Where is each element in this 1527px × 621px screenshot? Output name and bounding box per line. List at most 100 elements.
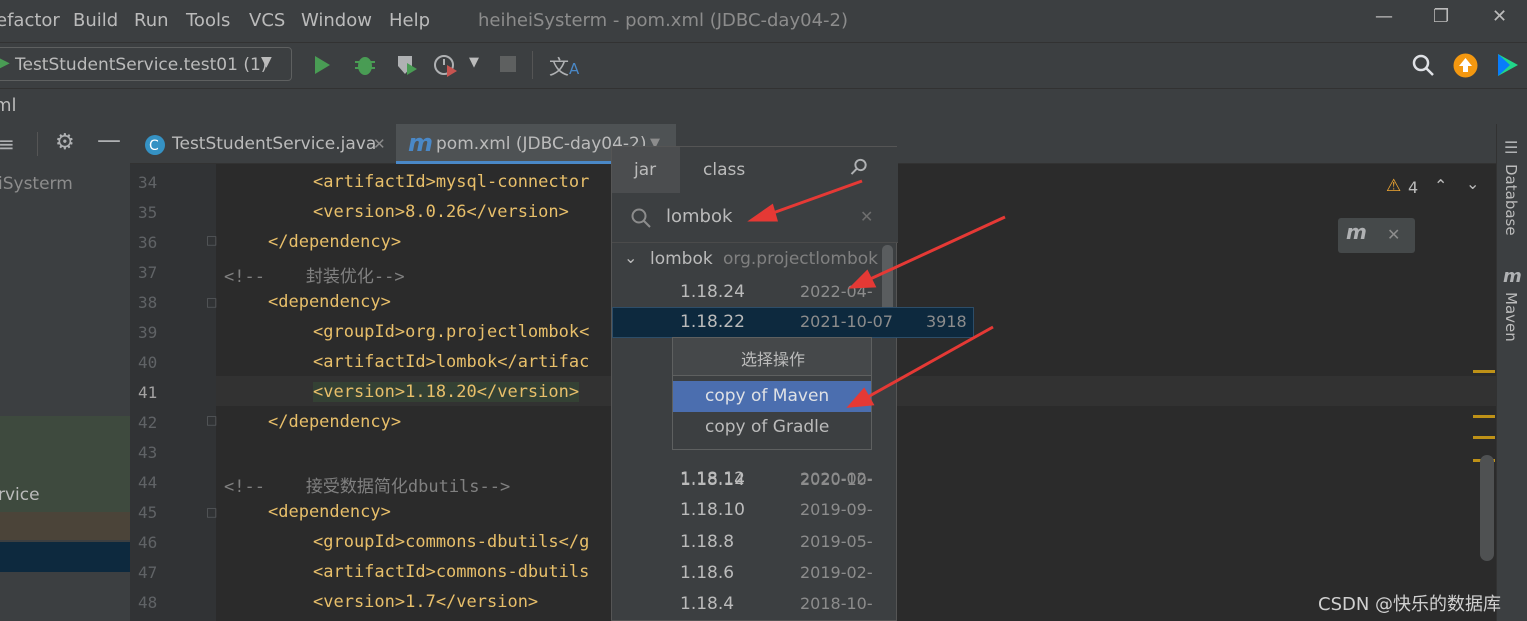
hide-icon[interactable]: — [97, 126, 121, 154]
tree-item-selected[interactable] [0, 542, 130, 572]
breadcrumb-file[interactable]: ml [0, 95, 17, 116]
run-icon[interactable] [312, 54, 332, 76]
project-panel-header: ≡ ⚙ — [0, 124, 130, 164]
version-number: 1.18.12 [680, 469, 745, 489]
context-menu-title: 选择操作 [741, 350, 806, 369]
menu-vcs[interactable]: VCS [249, 10, 285, 31]
right-tool-strip: ☰ Database m Maven [1496, 124, 1527, 621]
menu-window[interactable]: Window [301, 10, 372, 31]
coverage-icon[interactable] [395, 53, 419, 77]
error-stripe-mark[interactable] [1473, 436, 1495, 439]
maximize-icon[interactable]: ❐ [1433, 6, 1449, 27]
test-icon: ▶ [0, 55, 10, 71]
tab-class[interactable]: class [703, 160, 745, 180]
close-icon[interactable]: ✕ [1492, 6, 1507, 27]
maven-tool-tab[interactable]: Maven [1502, 292, 1520, 342]
clear-search-icon[interactable]: ✕ [860, 207, 873, 226]
line-number: 43 [138, 443, 158, 462]
fold-icon[interactable]: □ [206, 233, 217, 247]
version-date: 2018-10- [800, 594, 873, 613]
fold-icon[interactable]: □ [206, 295, 217, 309]
menu-refactor[interactable]: efactor [0, 10, 60, 31]
gear-icon[interactable]: ⚙ [55, 130, 75, 155]
version-row[interactable]: 1.18.4 2018-10- [612, 589, 898, 620]
version-date: 2019-09- [800, 500, 873, 519]
fold-icon[interactable]: □ [206, 505, 217, 519]
fold-icon[interactable]: □ [206, 413, 217, 427]
tree-item-row[interactable] [0, 512, 130, 540]
tab-test-student-service[interactable]: C TestStudentService.java ✕ [136, 124, 396, 164]
pin-icon[interactable]: ⚲ [844, 153, 873, 182]
maven-reload-icon[interactable]: m [1346, 220, 1367, 244]
collapse-all-icon[interactable]: ≡ [0, 132, 15, 156]
code-line: <artifactId>mysql-connector [313, 172, 590, 192]
maven-reload-popup: m ✕ [1338, 218, 1415, 253]
version-row[interactable]: 1.18.6 2019-02- [612, 558, 898, 589]
database-tool-tab[interactable]: Database [1502, 164, 1520, 236]
close-icon[interactable]: ✕ [1387, 225, 1400, 244]
breadcrumb: ml [0, 88, 1527, 124]
search-icon [631, 208, 651, 228]
context-menu-header: 选择操作 [673, 338, 871, 376]
chevron-down-icon[interactable]: ▼ [469, 55, 479, 70]
artifact-name: lombok [650, 249, 713, 269]
code-line: <version>1.7</version> [313, 592, 539, 612]
scrollbar-thumb[interactable] [1480, 455, 1494, 561]
menu-help[interactable]: Help [389, 10, 430, 31]
popup-scrollbar-thumb[interactable] [882, 245, 893, 315]
popup-search-field[interactable]: lombok ✕ [612, 193, 898, 243]
copy-maven-item[interactable]: copy of Maven [673, 381, 871, 412]
tab-jar[interactable]: jar [612, 147, 680, 193]
stop-icon[interactable] [500, 56, 516, 72]
menu-run[interactable]: Run [134, 10, 169, 31]
update-icon[interactable] [1453, 53, 1478, 78]
minimize-icon[interactable]: — [1375, 6, 1393, 27]
project-root-label[interactable]: iSysterm [0, 174, 73, 194]
run-config-dropdown[interactable]: ▶ TestStudentService.test01 (1) ▼ [0, 47, 292, 81]
close-tab-icon[interactable]: ✕ [373, 135, 386, 153]
line-number: 37 [138, 263, 158, 282]
version-date: 2019-05- [800, 532, 873, 551]
line-number: 44 [138, 473, 158, 492]
profile-icon[interactable] [433, 53, 459, 77]
tree-item-service[interactable]: rvice [0, 485, 40, 505]
chevron-down-icon: ▼ [261, 54, 272, 70]
warning-count[interactable]: 4 [1408, 178, 1418, 197]
line-number: 45 [138, 503, 158, 522]
line-number: 36 [138, 233, 158, 252]
warning-icon[interactable]: ⚠ [1386, 176, 1401, 196]
version-row[interactable]: 1.18.8 2019-05- [612, 527, 898, 558]
line-number: 46 [138, 533, 158, 552]
menu-build[interactable]: Build [73, 10, 118, 31]
search-query[interactable]: lombok [666, 206, 732, 227]
error-stripe-mark[interactable] [1473, 415, 1495, 418]
svg-text:C: C [149, 138, 159, 154]
version-row[interactable]: 1.18.24 2022-04- [612, 277, 898, 308]
action-context-menu: 选择操作 copy of Maven copy of Gradle [672, 337, 872, 450]
menu-tools[interactable]: Tools [186, 10, 230, 31]
code-line: <version>1.18.20</version> [313, 382, 580, 402]
separator [532, 51, 533, 79]
translate-icon[interactable]: 文A [549, 51, 579, 80]
version-row-selected[interactable]: 1.18.22 2021-10-07 3918 [612, 307, 974, 338]
line-number: 48 [138, 593, 158, 612]
chevron-down-icon[interactable]: ⌄ [624, 248, 637, 267]
code-line: <version>8.0.26</version> [313, 202, 569, 222]
java-class-icon: C [145, 135, 165, 155]
error-stripe-mark[interactable] [1473, 370, 1495, 373]
plugin-icon[interactable] [1496, 52, 1520, 78]
maven-file-icon: m [408, 129, 434, 157]
popup-tabs: jar class ⚲ [612, 147, 898, 193]
version-date: 2019-02- [800, 563, 873, 582]
line-number: 35 [138, 203, 158, 222]
line-number: 40 [138, 353, 158, 372]
search-icon[interactable] [1411, 53, 1435, 77]
debug-icon[interactable] [354, 53, 376, 77]
version-row[interactable]: 1.18.12 2020-02- [612, 464, 898, 495]
line-number: 34 [138, 173, 158, 192]
version-row[interactable]: 1.18.10 2019-09- [612, 495, 898, 526]
next-highlight-icon[interactable]: ⌄ [1466, 174, 1479, 193]
result-group-row[interactable]: ⌄ lombok org.projectlombok [612, 244, 898, 275]
copy-gradle-item[interactable]: copy of Gradle [673, 412, 871, 443]
previous-highlight-icon[interactable]: ⌃ [1434, 176, 1447, 195]
